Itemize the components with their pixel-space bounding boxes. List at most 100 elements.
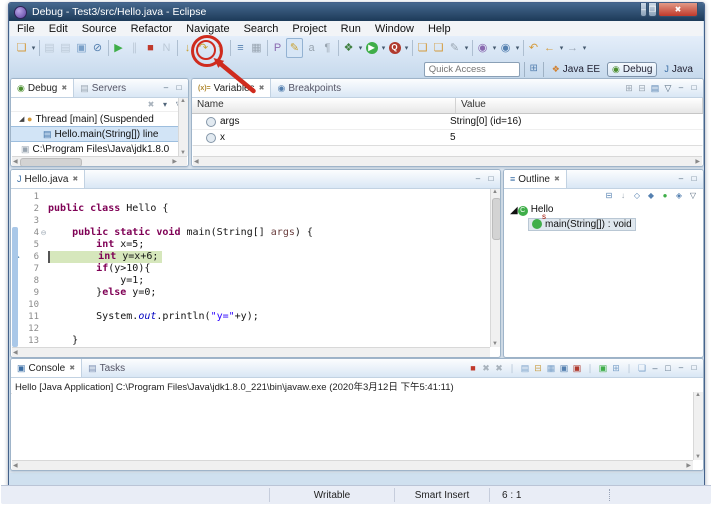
variable-row[interactable]: x5 [192,130,703,146]
new-wizard-dropdown-icon[interactable]: ▾ [30,44,37,52]
code-line[interactable]: 5 int x=5; [11,239,490,251]
debug-view-menu-icon[interactable]: ▾ [160,101,170,109]
profile-button[interactable]: ◉ [498,39,513,57]
debug-horizontal-scrollbar[interactable]: ◀ ▶ [12,156,187,166]
outline-item[interactable]: ◢CHello [504,203,703,217]
code-line[interactable]: 8 y=1; [11,275,490,287]
menu-navigate[interactable]: Navigate [179,23,236,35]
scroll-right-icon[interactable]: ▶ [686,462,691,469]
separator-icon[interactable]: ❘ [507,364,517,373]
tab-tasks[interactable]: ▤Tasks [82,359,131,377]
debug-dropdown-icon[interactable]: ▾ [357,44,364,52]
close-button[interactable]: ✖ [658,3,698,17]
terminate-icon[interactable]: ■ [468,364,478,373]
variables-view-menu-icon[interactable]: ▽ [663,84,673,93]
code-line[interactable]: 3 [11,215,490,227]
code-line[interactable]: 11 System.out.println("y="+y); [11,311,490,323]
tab-breakpoints[interactable]: ◉Breakpoints [271,79,347,97]
show-annotations-button[interactable]: a [304,39,319,57]
code-line[interactable]: 9 }else y=0; [11,287,490,299]
variable-row[interactable]: argsString[0] (id=16) [192,114,703,130]
mark-occurrences-button[interactable]: ✎ [286,38,303,58]
hide-non-public-icon[interactable]: ● [660,192,670,200]
outline-view-menu-icon[interactable]: ▽ [688,192,698,200]
last-edit-location-button[interactable]: ↶ [526,39,541,57]
close-icon[interactable]: ✖ [72,175,78,183]
code-line[interactable]: 13 } [11,335,490,347]
show-stdout-icon[interactable]: ▣ [559,364,569,373]
debug-tree-item[interactable]: ▣C:\Program Files\Java\jdk1.8.0 [11,142,188,156]
code-line[interactable]: ▶6 int y=x+6; [11,251,490,263]
word-wrap-icon[interactable]: ▦ [546,364,556,373]
close-icon[interactable]: ✖ [259,84,265,92]
code-line[interactable]: 7 if(y>10){ [11,263,490,275]
perspective-debug[interactable]: ◉Debug [607,62,657,77]
maximize-view-icon[interactable]: □ [689,364,699,372]
scroll-left-icon[interactable]: ◀ [13,349,18,356]
separator-icon[interactable]: ❘ [585,364,595,373]
scroll-down-icon[interactable]: ▼ [695,454,701,460]
tab-debug[interactable]: ◉Debug✖ [11,79,74,97]
suspend-button[interactable]: ∥ [127,39,142,57]
variables-detail-pane[interactable] [193,145,702,156]
scroll-left-icon[interactable]: ◀ [194,158,199,165]
maximize-button[interactable]: ❐ [648,3,657,17]
maximize-view-icon[interactable]: □ [486,175,496,183]
minimize-view-icon[interactable]: – [473,175,483,183]
step-into-button[interactable]: ↓ [180,39,195,57]
debug-button[interactable]: ❖ [341,39,356,57]
maximize-view-icon[interactable]: □ [174,84,184,92]
coverage-dropdown-icon[interactable]: ▾ [403,44,410,52]
menu-edit[interactable]: Edit [42,23,75,35]
collapse-all-icon[interactable]: ⊟ [604,192,614,200]
java-element-button[interactable]: ◉ [475,39,490,57]
variables-horizontal-scrollbar[interactable]: ◀ ▶ [193,156,702,166]
scrollbar-thumb[interactable] [20,158,82,167]
tab-hello-java[interactable]: JHello.java✖ [11,170,85,188]
maximize-view-icon[interactable]: □ [689,175,699,183]
run-dropdown-icon[interactable]: ▾ [380,44,387,52]
scroll-up-icon[interactable]: ▲ [180,98,186,104]
annotate-button[interactable]: ✎ [447,39,462,57]
quick-access-input[interactable] [424,62,520,77]
debug-vertical-scrollbar[interactable]: ▲ ▼ [178,98,188,156]
new-wizard-button[interactable]: ❏ [14,39,29,57]
code-line[interactable]: 12 [11,323,490,335]
menu-source[interactable]: Source [75,23,124,35]
show-whitespace-button[interactable]: ¶ [320,39,335,57]
open-type-button[interactable]: P [270,39,285,57]
console-display-button[interactable]: ▣ [74,39,89,57]
step-over-button[interactable]: ↷ [196,39,211,57]
resume-button[interactable]: ▶ [111,39,126,57]
debug-tree-item[interactable]: ◢●Thread [main] (Suspended [11,112,188,126]
perspective-java[interactable]: JJava [660,63,697,76]
editor-horizontal-scrollbar[interactable]: ◀ [12,347,490,357]
expander-icon[interactable]: ◢ [510,205,518,216]
tab-variables[interactable]: (x)=Variables✖ [192,79,271,97]
console-vertical-scrollbar[interactable]: ▲ ▼ [693,392,703,460]
open-resource-button[interactable]: ❏ [431,39,446,57]
clear-console-icon[interactable]: ▤ [520,364,530,373]
terminate-button[interactable]: ■ [143,39,158,57]
open-task-button[interactable]: ❏ [415,39,430,57]
hide-local-types-icon[interactable]: ◈ [674,192,684,200]
code-line[interactable]: 4⊖ public static void main(String[] args… [11,227,490,239]
expander-icon[interactable]: ◢ [19,115,27,123]
minimize-view-icon[interactable]: – [161,84,171,92]
minimize-view-icon[interactable]: – [676,175,686,183]
column-header-name[interactable]: Name [192,98,456,113]
scroll-lock-icon[interactable]: ⊟ [533,364,543,373]
menu-run[interactable]: Run [334,23,368,35]
tab-servers[interactable]: ▤Servers [74,79,132,97]
hide-fields-icon[interactable]: ◇ [632,192,642,200]
scroll-right-icon[interactable]: ▶ [172,158,177,165]
code-line[interactable]: 1 [11,191,490,203]
debug-tree-item[interactable]: ▤Hello.main(String[]) line [11,126,188,142]
outline-item[interactable]: Smain(String[]) : void [504,217,703,231]
scroll-right-icon[interactable]: ▶ [695,158,700,165]
remove-all-terminated-icon[interactable]: ✖ [146,101,156,109]
step-return-button[interactable]: ↑ [212,39,227,57]
disconnect-button[interactable]: N [159,39,174,57]
show-logical-structure-icon[interactable]: ⊞ [624,84,634,93]
forward-dropdown-icon[interactable]: ▾ [581,44,588,52]
